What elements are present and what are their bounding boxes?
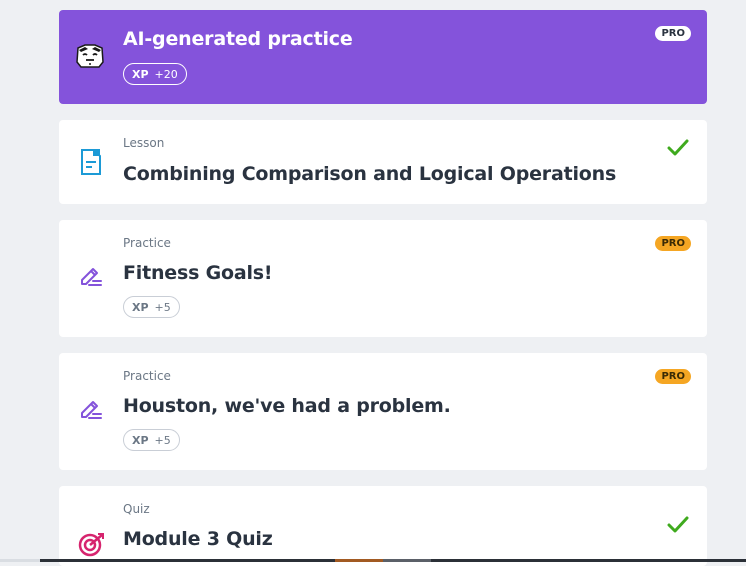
xp-label: XP bbox=[132, 67, 149, 81]
ai-practice-title: AI-generated practice bbox=[123, 28, 353, 50]
item-type-label: Practice bbox=[123, 369, 171, 383]
lesson-document-icon bbox=[81, 149, 101, 175]
pro-badge: PRO bbox=[655, 369, 691, 384]
ai-face-icon bbox=[76, 44, 104, 68]
xp-label: XP bbox=[132, 433, 149, 447]
item-title: Combining Comparison and Logical Operati… bbox=[123, 163, 617, 185]
xp-label: XP bbox=[132, 300, 149, 314]
quiz-card[interactable]: Quiz Module 3 Quiz bbox=[59, 486, 707, 566]
xp-value: +5 bbox=[154, 300, 171, 314]
xp-chip: XP +5 bbox=[123, 296, 180, 318]
xp-value: +20 bbox=[154, 67, 178, 81]
item-type-label: Lesson bbox=[123, 136, 165, 150]
pro-badge: PRO bbox=[655, 26, 691, 41]
xp-chip: XP +5 bbox=[123, 429, 180, 451]
practice-pencil-icon bbox=[81, 401, 102, 419]
item-title: Fitness Goals! bbox=[123, 262, 273, 284]
ai-practice-card[interactable]: AI-generated practice XP +20 PRO bbox=[59, 10, 707, 104]
item-title: Houston, we've had a problem. bbox=[123, 395, 451, 417]
xp-chip: XP +20 bbox=[123, 63, 187, 85]
item-type-label: Quiz bbox=[123, 502, 150, 516]
item-title: Module 3 Quiz bbox=[123, 528, 273, 550]
practice-card[interactable]: Practice Houston, we've had a problem. X… bbox=[59, 353, 707, 470]
pro-badge: PRO bbox=[655, 236, 691, 251]
completed-check-icon bbox=[667, 516, 689, 533]
quiz-target-icon bbox=[78, 533, 104, 557]
lesson-card[interactable]: Lesson Combining Comparison and Logical … bbox=[59, 120, 707, 204]
practice-card[interactable]: Practice Fitness Goals! XP +5 PRO bbox=[59, 220, 707, 337]
item-type-label: Practice bbox=[123, 236, 171, 250]
practice-pencil-icon bbox=[81, 268, 102, 286]
completed-check-icon bbox=[667, 139, 689, 156]
xp-value: +5 bbox=[154, 433, 171, 447]
